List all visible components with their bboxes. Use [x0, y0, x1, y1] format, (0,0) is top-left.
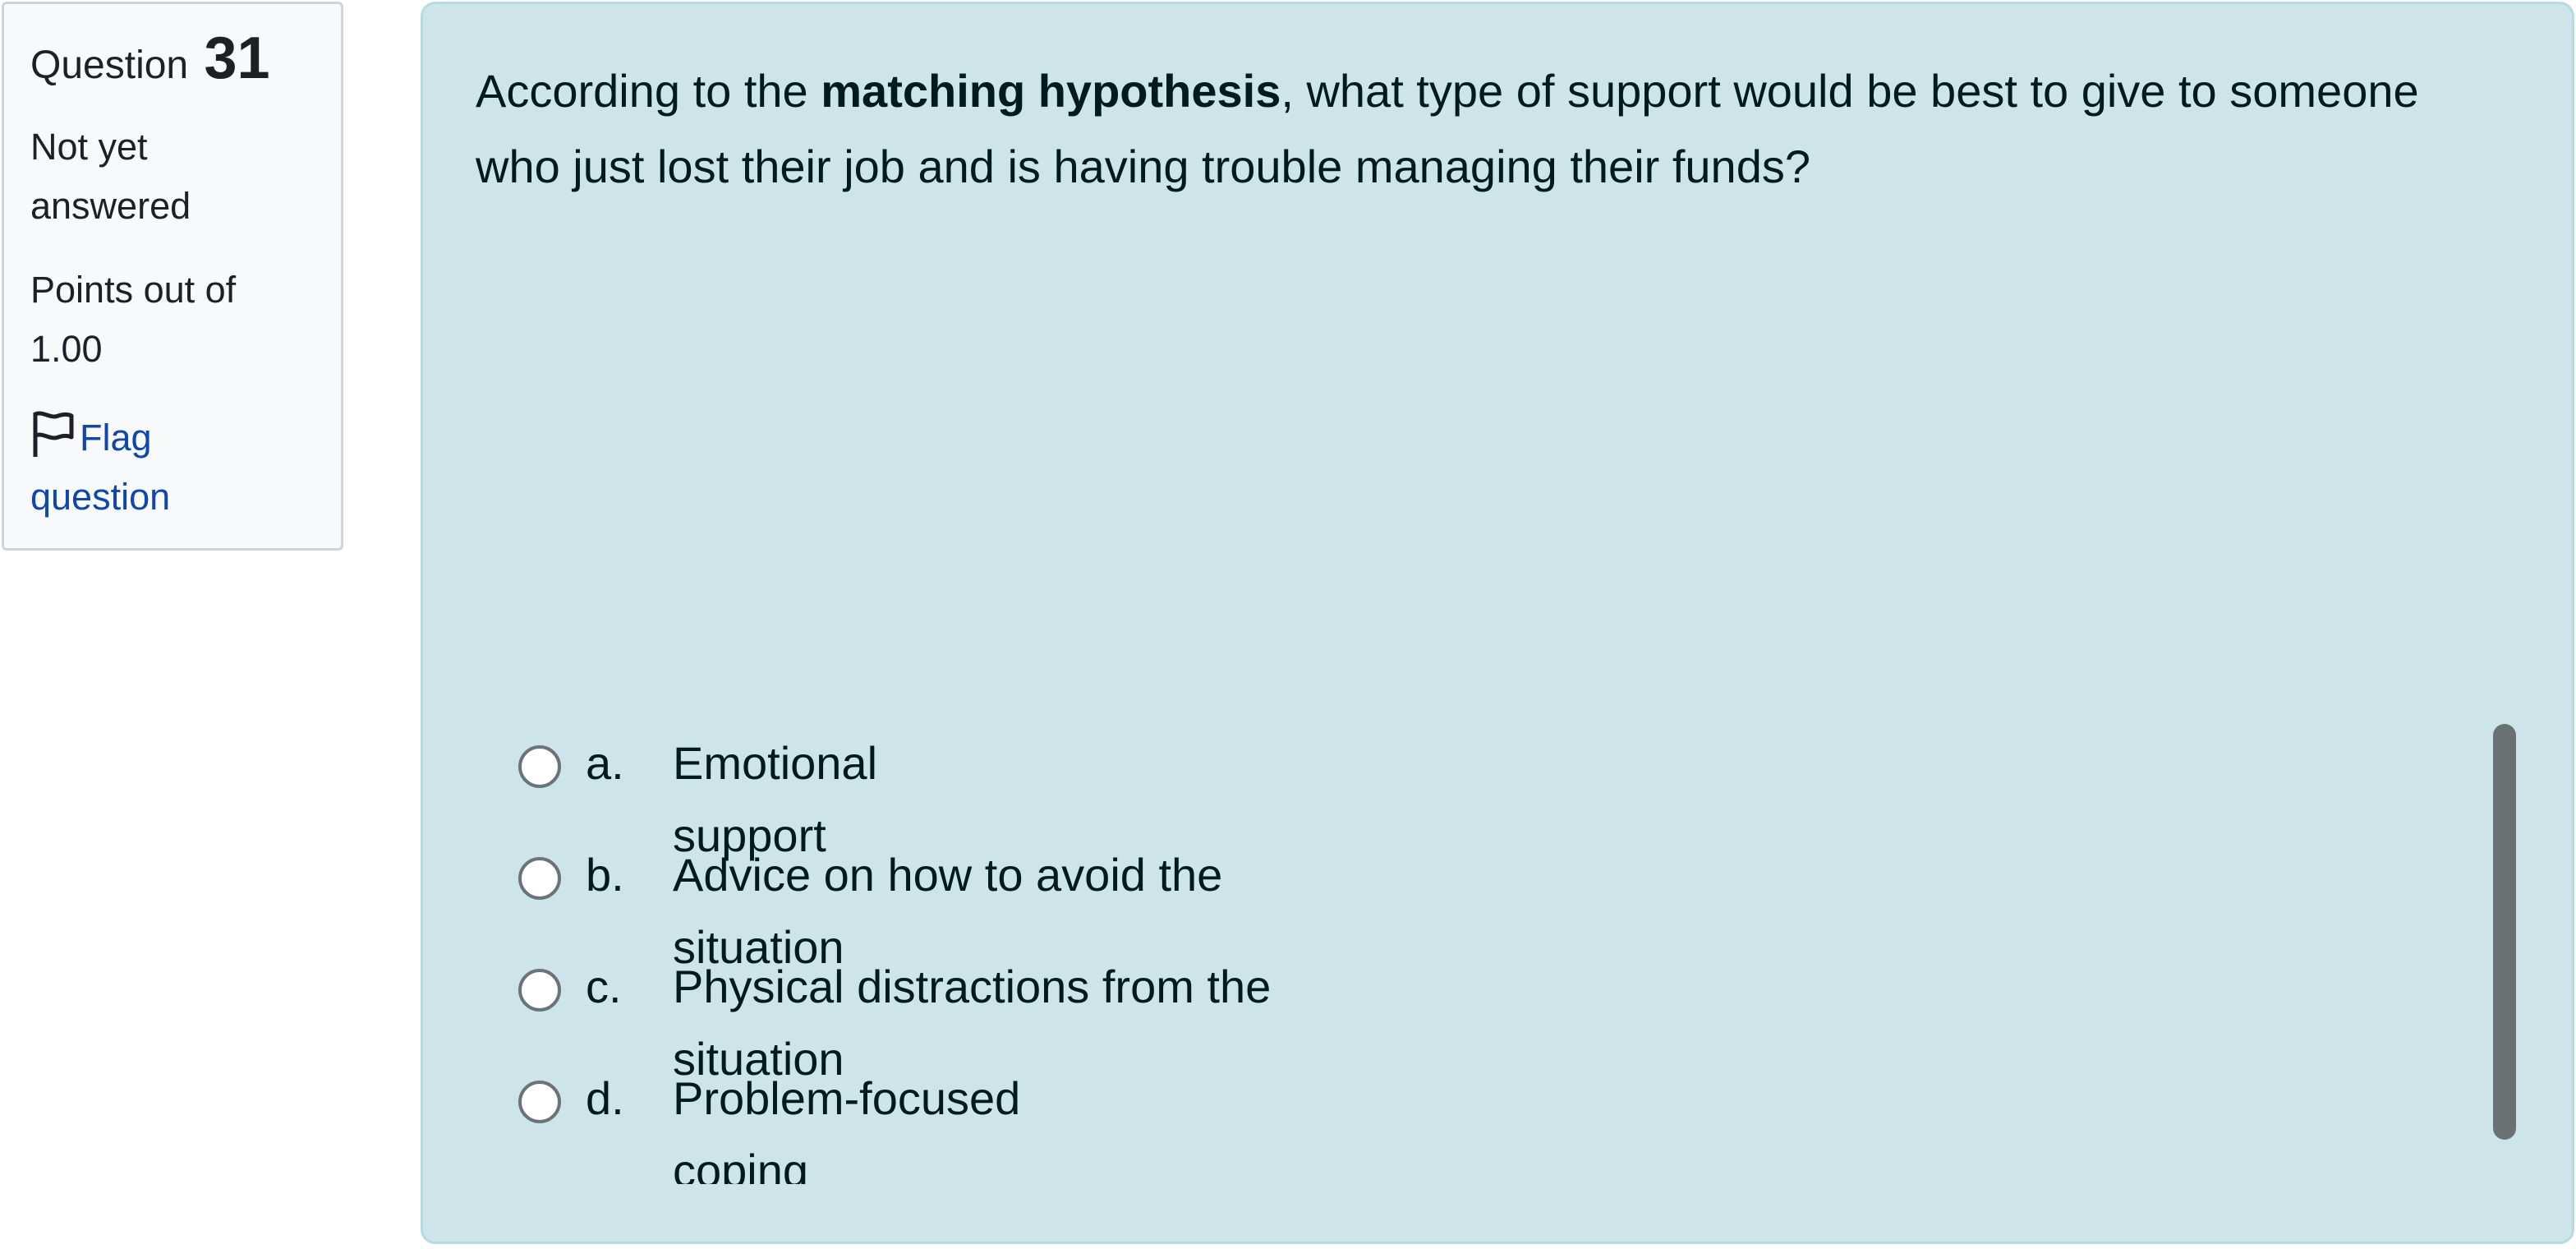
question-label: Question	[30, 44, 189, 87]
answer-text-line1: Emotional	[673, 737, 878, 789]
question-number: 31	[204, 25, 270, 91]
flag-icon	[33, 411, 74, 457]
answer-text-line1: Advice on how to avoid the	[673, 849, 1223, 901]
answer-letter: a.	[586, 737, 624, 789]
answer-text-line2: coping	[673, 1145, 809, 1184]
question-state: Not yet answered	[30, 126, 191, 227]
question-text-start: According to the	[476, 65, 821, 117]
flag-question-link[interactable]: Flag question	[30, 408, 293, 527]
radio-button[interactable]	[518, 969, 561, 1012]
question-grade: Points out of 1.00	[30, 269, 237, 370]
answer-option-d[interactable]: d. Problem-focused coping	[504, 1062, 2311, 1184]
answer-letter: b.	[586, 849, 624, 901]
radio-button[interactable]	[518, 745, 561, 788]
answer-option-a[interactable]: a. Emotional support	[504, 727, 2311, 861]
answer-option-b[interactable]: b. Advice on how to avoid the situation	[504, 839, 2311, 973]
answer-list: a. Emotional support b. Advice on how to…	[504, 727, 2393, 1184]
answer-letter: d.	[586, 1072, 624, 1124]
radio-button[interactable]	[518, 857, 561, 900]
question-number-heading: Question 31	[30, 29, 315, 88]
answers-scrollbar[interactable]	[2493, 724, 2516, 1140]
question-content: According to the matching hypothesis, wh…	[421, 2, 2574, 1244]
question-text: According to the matching hypothesis, wh…	[476, 53, 2496, 205]
answer-letter: c.	[586, 961, 622, 1012]
answer-text-line1: Physical distractions from the	[673, 961, 1272, 1012]
answer-text-line1: Problem-focused	[673, 1072, 1021, 1124]
question-text-emphasis: matching hypothesis	[821, 65, 1281, 117]
radio-button[interactable]	[518, 1081, 561, 1123]
answer-option-c[interactable]: c. Physical distractions from the situat…	[504, 951, 2311, 1085]
answer-text[interactable]: Problem-focused coping	[673, 1062, 1020, 1184]
question-info-panel: Question 31 Not yet answered Points out …	[2, 2, 343, 551]
